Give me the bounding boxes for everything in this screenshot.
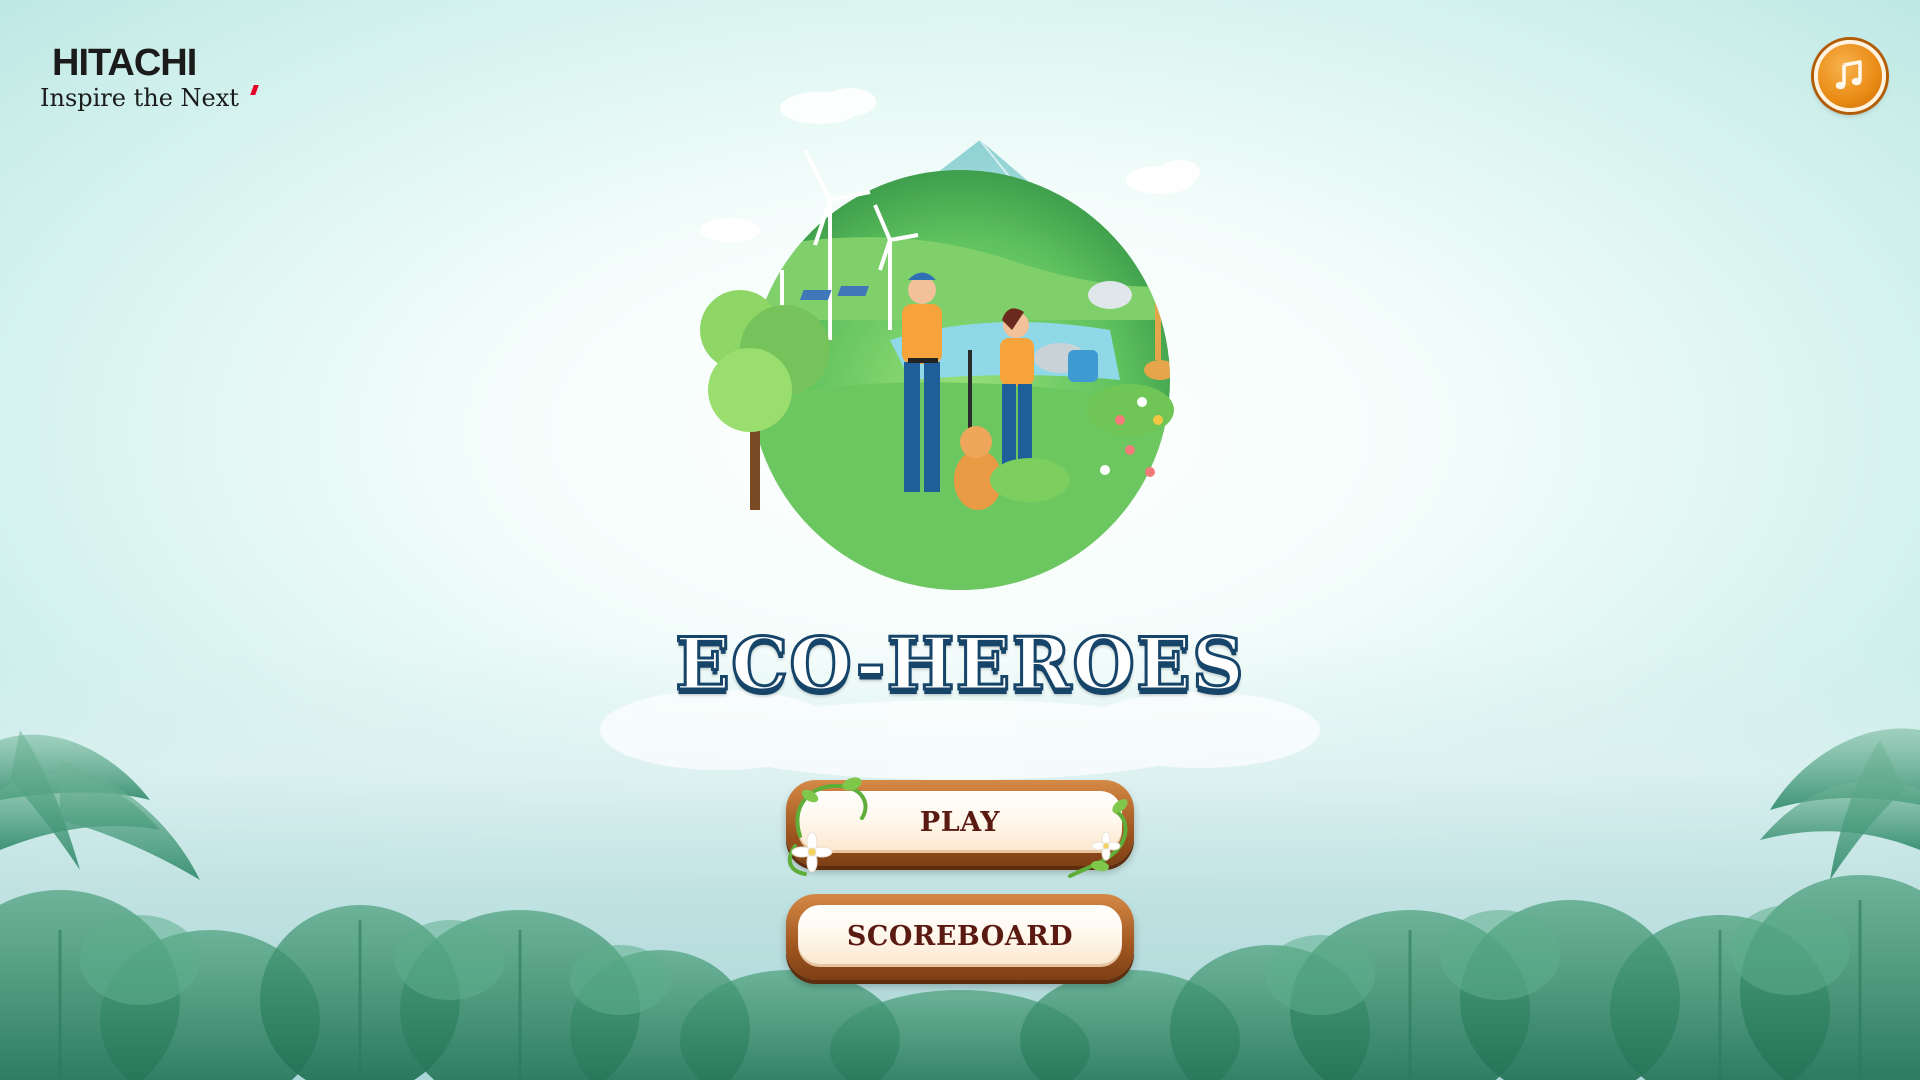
logo-accent-mark — [250, 85, 259, 95]
play-button[interactable]: PLAY — [786, 780, 1134, 866]
logo-tagline: Inspire the Next — [40, 84, 239, 112]
scoreboard-button[interactable]: SCOREBOARD — [786, 894, 1134, 980]
game-title: ECO-HEROES — [674, 620, 1246, 707]
scoreboard-button-label: SCOREBOARD — [846, 920, 1074, 952]
eco-world-illustration — [700, 88, 1200, 590]
logo-brand: HITACHI — [52, 42, 197, 84]
play-button-face[interactable]: PLAY — [798, 791, 1122, 853]
music-note-icon — [1835, 60, 1862, 90]
play-button-label: PLAY — [919, 806, 1001, 838]
hitachi-logo: HITACHI Inspire the Next — [40, 44, 270, 114]
scoreboard-button-face[interactable]: SCOREBOARD — [798, 905, 1122, 967]
music-toggle-button[interactable] — [1814, 40, 1886, 112]
